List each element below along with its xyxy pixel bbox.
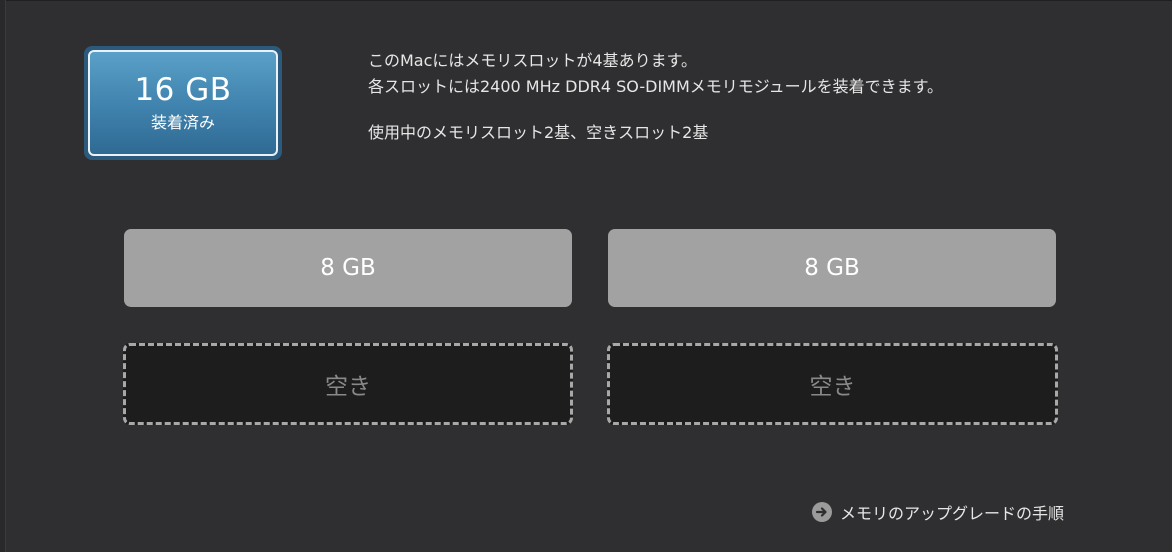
memory-slot-3: 空き <box>123 343 573 425</box>
slot-count-text: このMacにはメモリスロットが4基あります。 <box>368 51 697 70</box>
slot-spec-text: 各スロットには2400 MHz DDR4 SO-DIMMメモリモジュールを装着で… <box>368 77 944 96</box>
memory-slot-2: 8 GB <box>608 229 1056 307</box>
memory-upgrade-link[interactable]: メモリのアップグレードの手順 <box>812 500 1064 524</box>
memory-slot-4: 空き <box>607 343 1058 425</box>
installed-memory-label: 装着済み <box>150 113 215 132</box>
slot-usage-text: 使用中のメモリスロット2基、空きスロット2基 <box>368 123 709 142</box>
installed-memory-inner: 16 GB 装着済み <box>88 50 278 156</box>
left-edge <box>0 0 6 552</box>
memory-info: このMacにはメモリスロットが4基あります。 各スロットには2400 MHz D… <box>368 48 943 146</box>
installed-memory-tile: 16 GB 装着済み <box>84 46 282 160</box>
memory-upgrade-label: メモリのアップグレードの手順 <box>840 504 1065 523</box>
installed-memory-size: 16 GB <box>134 72 232 108</box>
top-divider <box>0 0 1172 1</box>
memory-window: 16 GB 装着済み このMacにはメモリスロットが4基あります。 各スロットに… <box>0 0 1172 552</box>
arrow-right-circle-icon <box>812 502 832 522</box>
memory-slot-1: 8 GB <box>124 229 572 307</box>
